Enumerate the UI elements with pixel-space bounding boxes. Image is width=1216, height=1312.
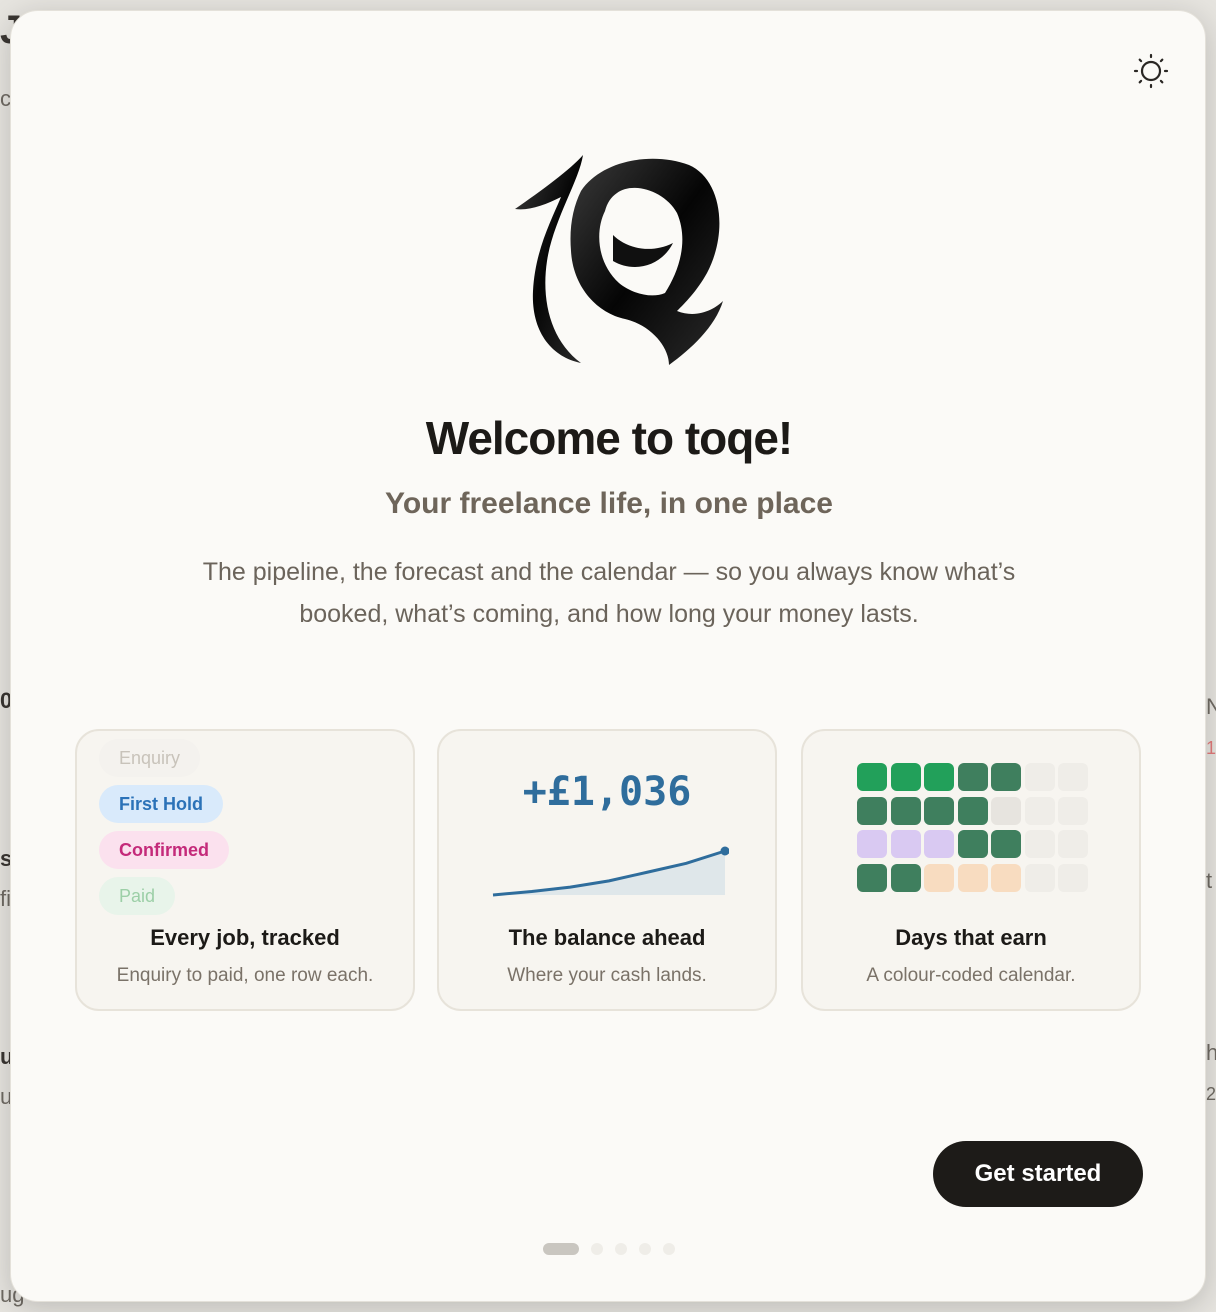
calendar-day-cell bbox=[857, 830, 887, 858]
balance-sparkline bbox=[492, 846, 729, 897]
status-pill-first-hold: First Hold bbox=[99, 785, 223, 823]
feature-card-calendar: Days that earn A colour-coded calendar. bbox=[801, 729, 1141, 1011]
calendar-day-cell bbox=[1024, 763, 1055, 791]
card-title: Days that earn bbox=[895, 925, 1047, 950]
calendar-preview bbox=[857, 763, 1089, 893]
calendar-day-cell bbox=[924, 796, 954, 825]
welcome-subtitle: Your freelance life, in one place bbox=[385, 487, 833, 520]
calendar-day-cell bbox=[857, 863, 887, 892]
background-text: N bbox=[1206, 694, 1216, 719]
background-text: h bbox=[1206, 1040, 1216, 1065]
sparkline-area bbox=[493, 851, 725, 895]
status-pill-paid: Paid bbox=[99, 877, 176, 915]
calendar-day-cell bbox=[890, 830, 921, 858]
background-text: t bbox=[1206, 868, 1213, 893]
calendar-day-cell bbox=[1024, 863, 1055, 892]
calendar-day-cell bbox=[957, 763, 988, 791]
background-text: 1 bbox=[1206, 738, 1216, 758]
calendar-day-cell bbox=[957, 796, 988, 825]
toqe-logo bbox=[501, 151, 737, 373]
status-pill-confirmed: Confirmed bbox=[99, 831, 229, 869]
calendar-day-cell bbox=[924, 763, 954, 791]
calendar-day-cell bbox=[890, 796, 921, 825]
calendar-day-cell bbox=[991, 796, 1021, 825]
card-title: Every job, tracked bbox=[150, 925, 340, 950]
calendar-day-cell bbox=[1058, 796, 1088, 825]
calendar-day-cell bbox=[857, 796, 887, 825]
welcome-modal: Welcome to toqe! Your freelance life, in… bbox=[10, 10, 1206, 1302]
calendar-day-cell bbox=[1024, 796, 1055, 825]
feature-card-jobs: Enquiry First Hold Confirmed Paid Every … bbox=[75, 729, 415, 1011]
calendar-day-cell bbox=[890, 763, 921, 791]
feature-card-balance: +£1,036 The balance ahead Where your cas… bbox=[437, 729, 777, 1011]
theme-toggle-button[interactable] bbox=[1133, 53, 1169, 89]
sun-icon bbox=[1133, 53, 1169, 89]
pagination-dot[interactable] bbox=[591, 1243, 603, 1255]
get-started-button[interactable]: Get started bbox=[933, 1141, 1143, 1207]
card-subtitle: A colour-coded calendar. bbox=[866, 965, 1076, 986]
calendar-day-cell bbox=[1058, 830, 1088, 858]
calendar-day-cell bbox=[957, 830, 988, 858]
calendar-day-cell bbox=[857, 763, 887, 791]
calendar-day-cell bbox=[957, 863, 988, 892]
calendar-day-cell bbox=[1058, 863, 1088, 892]
background-text: 2 bbox=[1206, 1084, 1216, 1104]
status-pill-enquiry: Enquiry bbox=[99, 739, 201, 777]
calendar-day-cell bbox=[991, 863, 1021, 892]
calendar-day-cell bbox=[924, 830, 954, 858]
calendar-day-cell bbox=[890, 863, 921, 892]
card-title: The balance ahead bbox=[508, 925, 706, 950]
calendar-day-cell bbox=[1058, 763, 1088, 791]
welcome-title: Welcome to toqe! bbox=[425, 412, 794, 464]
card-subtitle: Enquiry to paid, one row each. bbox=[116, 965, 374, 986]
pagination-dot[interactable] bbox=[639, 1243, 651, 1255]
pagination-dot[interactable] bbox=[615, 1243, 627, 1255]
calendar-day-cell bbox=[991, 830, 1021, 858]
pagination-dots bbox=[543, 1243, 683, 1255]
calendar-day-cell bbox=[991, 763, 1021, 791]
calendar-day-cell bbox=[924, 863, 954, 892]
pagination-dot[interactable] bbox=[663, 1243, 675, 1255]
welcome-description: The pipeline, the forecast and the calen… bbox=[202, 558, 1016, 628]
pagination-dot-active[interactable] bbox=[543, 1243, 579, 1255]
card-subtitle: Where your cash lands. bbox=[507, 965, 707, 986]
balance-value: +£1,036 bbox=[522, 769, 692, 815]
calendar-day-cell bbox=[1024, 830, 1055, 858]
